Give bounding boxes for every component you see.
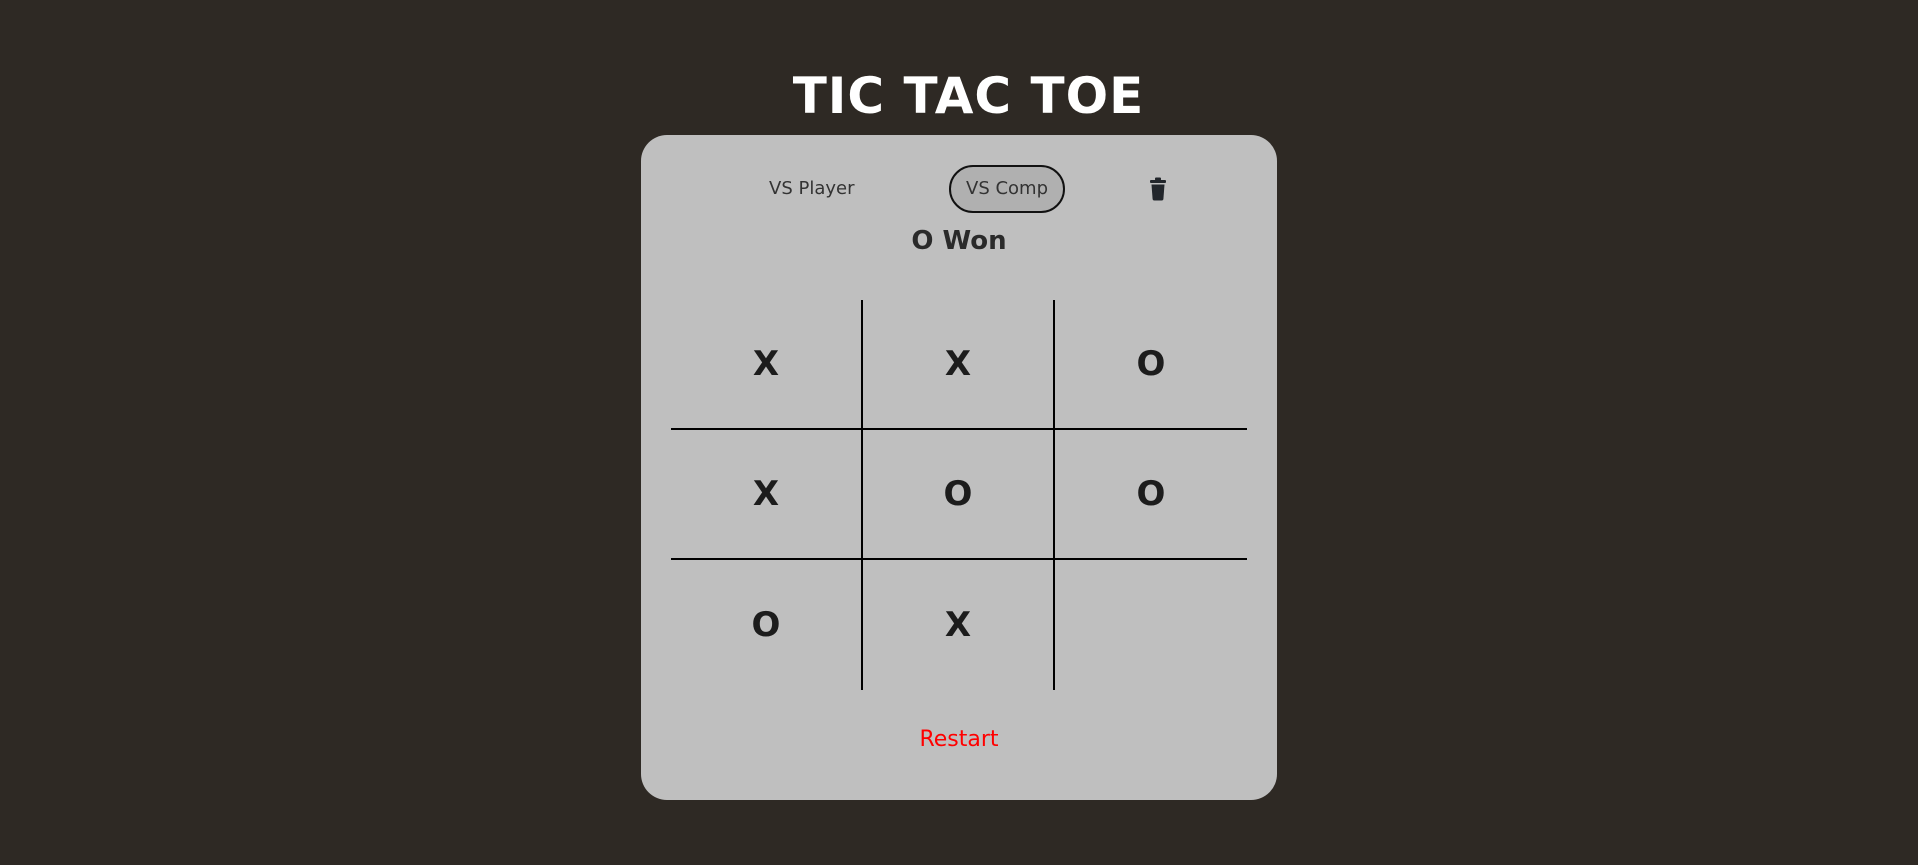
board-cell[interactable]: O	[1055, 430, 1247, 560]
board-cell[interactable]: X	[863, 300, 1055, 430]
board-cell[interactable]: X	[671, 300, 863, 430]
restart-row: Restart	[641, 725, 1277, 755]
restart-button[interactable]: Restart	[919, 727, 998, 752]
vs-player-button[interactable]: VS Player	[752, 165, 862, 213]
game-title: TIC TAC TOE	[792, 67, 1145, 125]
board-cell[interactable]: X	[671, 430, 863, 560]
game-board: X X O X O O O X	[671, 300, 1247, 690]
trash-icon[interactable]	[1144, 175, 1172, 203]
board-cell[interactable]	[1055, 560, 1247, 690]
board-cell[interactable]: X	[863, 560, 1055, 690]
game-status: O Won	[911, 226, 1007, 256]
board-cell[interactable]: O	[1055, 300, 1247, 430]
board-cell[interactable]: O	[671, 560, 863, 690]
game-card: VS Player VS Comp O Won X X O X O O O X …	[641, 135, 1277, 800]
board-cell[interactable]: O	[863, 430, 1055, 560]
vs-comp-button[interactable]: VS Comp	[949, 165, 1065, 213]
